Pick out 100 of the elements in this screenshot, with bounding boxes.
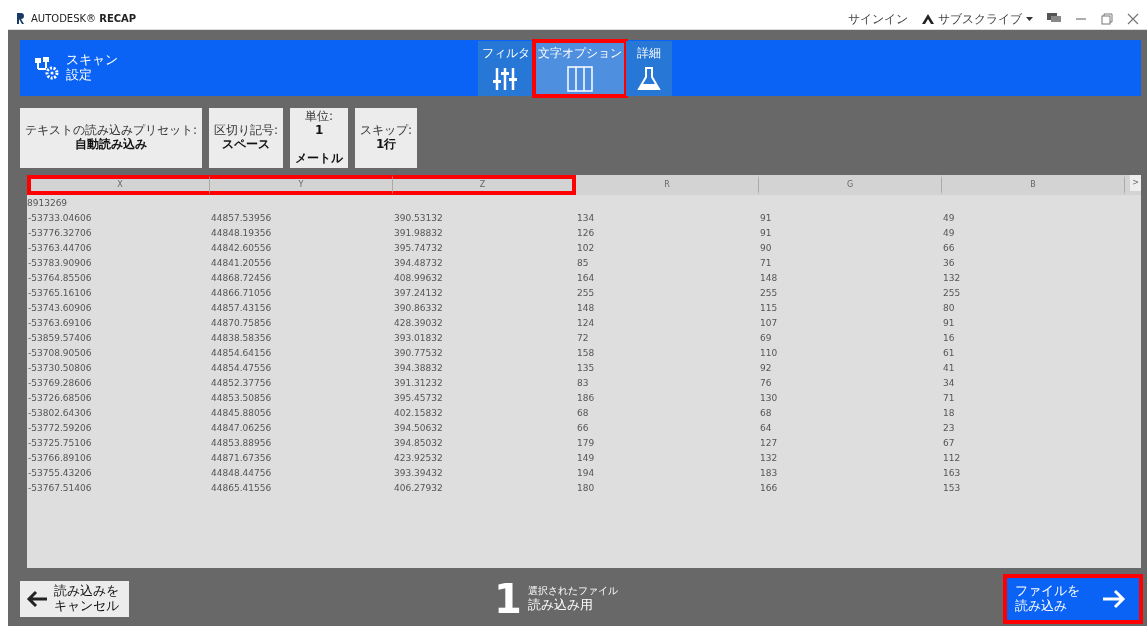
import-file-button[interactable]: ファイルを 読み込み <box>1005 576 1141 622</box>
table-cell-text: 110 <box>759 347 779 360</box>
table-cell-text: -53755.43206 <box>27 467 93 480</box>
table-cell-text: 44871.67356 <box>210 452 273 465</box>
table-cell-text: 402.15832 <box>393 407 444 420</box>
table-cell-text: 44852.37756 <box>210 377 273 390</box>
table-cell-text: 134 <box>576 212 596 225</box>
table-cell-text: 72 <box>576 332 590 345</box>
chat-icon[interactable] <box>1047 13 1061 24</box>
table-cell-text: 66 <box>576 422 590 435</box>
table-cell-text: 91 <box>942 317 956 330</box>
table-cell-text: 390.86332 <box>393 302 444 315</box>
caret-icon[interactable] <box>1026 16 1033 21</box>
column-header[interactable]: Y <box>210 175 393 195</box>
table-cell-text: -53725.75106 <box>27 437 93 450</box>
table-cell-text: 44868.72456 <box>210 272 273 285</box>
tab[interactable]: 詳細 <box>626 40 672 96</box>
sign-in-link[interactable]: サインイン <box>848 9 908 28</box>
column-header[interactable]: G <box>759 175 942 195</box>
table-cell-text: 179 <box>576 437 596 450</box>
table-cell-text: -53767.51406 <box>27 482 93 495</box>
subscribe-menu[interactable]: サブスクライブ <box>938 9 1022 28</box>
scroll-right-button[interactable]: > <box>1130 175 1141 191</box>
table-cell-text: 148 <box>759 272 779 285</box>
option-button[interactable]: 区切り記号: スペース <box>209 108 284 168</box>
table-cell-text: 394.48732 <box>393 257 444 270</box>
table-cell-text: 124 <box>576 317 596 330</box>
table-cell-text: 49 <box>942 212 956 225</box>
table-cell-text: 44854.64156 <box>210 347 273 360</box>
close-icon[interactable] <box>1127 12 1139 25</box>
table-cell-text: 112 <box>942 452 962 465</box>
tab[interactable]: フィルタ <box>478 40 534 96</box>
table-cell-text: 44845.88056 <box>210 407 273 420</box>
columns-icon <box>567 65 593 92</box>
table-cell-text: 90 <box>759 242 773 255</box>
table-cell-text: -53776.32706 <box>27 227 93 240</box>
table-cell-text: 406.27932 <box>393 482 444 495</box>
table-cell-text: 44857.43156 <box>210 302 273 315</box>
table-cell-text: 68 <box>576 407 590 420</box>
table-cell-text: 80 <box>942 302 956 315</box>
table-cell-text: 44870.75856 <box>210 317 273 330</box>
table-cell-text: 44848.19356 <box>210 227 273 240</box>
option-button[interactable]: テキストの読み込みプリセット: 自動読み込み <box>20 108 203 168</box>
table-cell-text: -53769.28606 <box>27 377 93 390</box>
table-cell-text: -53766.89106 <box>27 452 93 465</box>
table-cell-text: 255 <box>942 287 962 300</box>
table-cell-text: 132 <box>942 272 962 285</box>
account-icon <box>922 13 934 24</box>
arrow-left-icon <box>26 590 48 608</box>
table-cell-text: 44857.53956 <box>210 212 273 225</box>
table-cell-text: 91 <box>759 227 773 240</box>
table-cell-text: 18 <box>942 407 956 420</box>
table-cell-text: 394.50632 <box>393 422 444 435</box>
column-header[interactable]: X <box>27 175 210 195</box>
table-cell-text: 76 <box>759 377 773 390</box>
column-header[interactable]: B <box>942 175 1125 195</box>
table-cell-text: 49 <box>942 227 956 240</box>
table-cell-text: 186 <box>576 392 596 405</box>
table-cell-text: 16 <box>942 332 956 345</box>
flask-icon <box>636 65 662 92</box>
header-title: スキャン 設定 <box>66 53 118 83</box>
import-label: 読み込み用 <box>527 597 594 614</box>
table-cell-text: 92 <box>759 362 773 375</box>
table-cell-text: 91 <box>759 212 773 225</box>
file-count: 1 <box>494 579 522 619</box>
table-cell-text: 44853.88956 <box>210 437 273 450</box>
column-header[interactable]: R <box>576 175 759 195</box>
table-cell-text: 44848.44756 <box>210 467 273 480</box>
table-cell-text: 255 <box>576 287 596 300</box>
table-cell-text: 423.92532 <box>393 452 444 465</box>
table-cell-text: 183 <box>759 467 779 480</box>
table-cell-text: 180 <box>576 482 596 495</box>
table-cell-text: 126 <box>576 227 596 240</box>
table-cell-text: 85 <box>576 257 590 270</box>
table-cell-text: 394.85032 <box>393 437 444 450</box>
table-cell-text: -53764.85506 <box>27 272 93 285</box>
table-cell-text: -53726.68506 <box>27 392 93 405</box>
table-cell-text: 393.01832 <box>393 332 444 345</box>
table-cell-text: 102 <box>576 242 596 255</box>
table-cell-text: 64 <box>759 422 773 435</box>
table-cell-text: 428.39032 <box>393 317 444 330</box>
table-cell-text: 44841.20556 <box>210 257 273 270</box>
table-cell-text: 69 <box>759 332 773 345</box>
table-cell-text: 255 <box>759 287 779 300</box>
table-cell-text: 149 <box>576 452 596 465</box>
tab[interactable]: 文字オプション <box>534 40 626 96</box>
table-cell-text: 61 <box>942 347 956 360</box>
table-cell-text: 166 <box>759 482 779 495</box>
column-header[interactable]: Z <box>393 175 576 195</box>
record-count: 8913269 <box>27 197 69 209</box>
table-cell-text: 393.39432 <box>393 467 444 480</box>
table-cell-text: 135 <box>576 362 596 375</box>
restore-icon[interactable] <box>1101 12 1113 25</box>
cancel-import-button[interactable]: 読み込みを キャンセル <box>20 581 129 617</box>
table-cell-text: 36 <box>942 257 956 270</box>
option-button[interactable]: 単位: 1 メートル <box>290 108 349 168</box>
option-button[interactable]: スキップ: 1行 <box>355 108 418 168</box>
table-cell-text: 44842.60556 <box>210 242 273 255</box>
table-cell-text: -53708.90506 <box>27 347 93 360</box>
table-cell-text: 83 <box>576 377 590 390</box>
